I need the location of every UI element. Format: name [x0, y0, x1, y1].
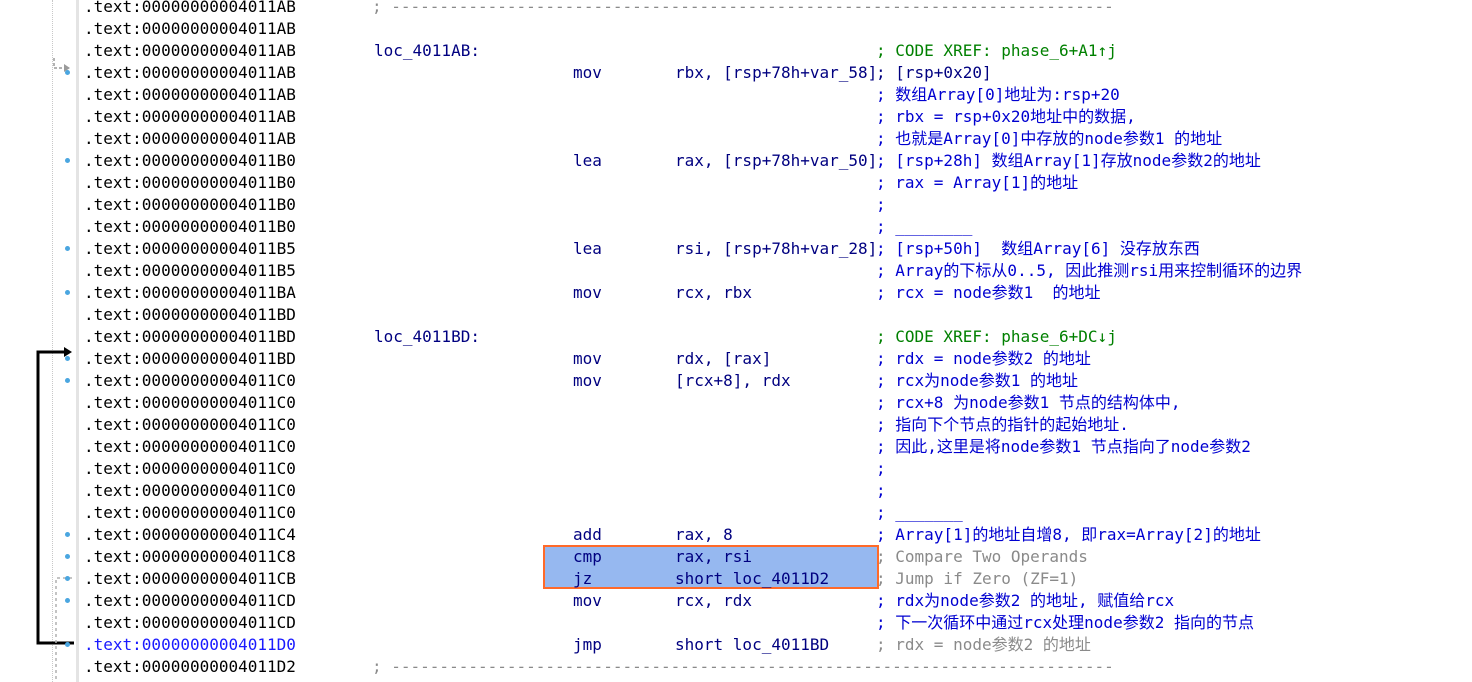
mnemonic: lea	[573, 239, 602, 258]
instruction-marker-dot	[65, 378, 70, 383]
separator-line: ; --------------------------------------…	[372, 0, 1114, 16]
address: .text:00000000004011C4	[84, 525, 296, 544]
operands[interactable]: rax, 8	[675, 524, 733, 546]
comment: ; rcx = node参数1 的地址	[876, 283, 1101, 302]
comment: ; rcx为node参数1 的地址	[876, 371, 1078, 390]
address: .text:00000000004011AB	[84, 107, 296, 126]
comment: ;	[876, 459, 886, 478]
instruction-marker-dot	[65, 158, 70, 163]
address: .text:00000000004011AB	[84, 85, 296, 104]
instruction-marker-dot	[65, 642, 70, 647]
address: .text:00000000004011C0	[84, 393, 296, 412]
address: .text:00000000004011B0	[84, 195, 296, 214]
comment: ; rcx+8 为node参数1 节点的结构体中,	[876, 393, 1181, 412]
mnemonic: mov	[573, 591, 602, 610]
address: .text:00000000004011B5	[84, 239, 296, 258]
comment: ; ________	[876, 217, 973, 236]
code-label[interactable]: loc_4011AB:	[374, 40, 480, 62]
comment: ; rdx为node参数2 的地址, 赋值给rcx	[876, 591, 1175, 610]
comment: ; Array[1]的地址自增8, 即rax=Array[2]的地址	[876, 525, 1261, 544]
operands[interactable]: rcx, rbx	[675, 282, 752, 304]
address: .text:00000000004011B0	[84, 217, 296, 236]
address: .text:00000000004011D2	[84, 657, 296, 676]
address: .text:00000000004011D0	[84, 635, 296, 654]
address: .text:00000000004011AB	[84, 0, 296, 16]
address: .text:00000000004011BD	[84, 305, 296, 324]
address: .text:00000000004011CB	[84, 569, 296, 588]
mnemonic: add	[573, 525, 602, 544]
comment: ; 下一次循环中通过rcx处理node参数2 指向的节点	[876, 613, 1254, 632]
comment: ; 指向下个节点的指针的起始地址.	[876, 415, 1129, 434]
instruction-marker-dot	[65, 246, 70, 251]
instruction-marker-dot	[65, 532, 70, 537]
address: .text:00000000004011BA	[84, 283, 296, 302]
address: .text:00000000004011BD	[84, 349, 296, 368]
operands[interactable]: rax, rsi	[675, 546, 752, 568]
address: .text:00000000004011AB	[84, 41, 296, 60]
instruction-marker-dot	[65, 576, 70, 581]
mnemonic: cmp	[573, 547, 602, 566]
instruction-marker-dot	[65, 598, 70, 603]
address: .text:00000000004011C0	[84, 459, 296, 478]
comment: ; 因此,这里是将node参数1 节点指向了node参数2	[876, 437, 1251, 456]
separator-line: ; --------------------------------------…	[372, 657, 1114, 676]
jz-stub-arrow	[55, 577, 72, 682]
mnemonic: mov	[573, 283, 602, 302]
comment: ; rdx = node参数2 的地址	[876, 635, 1091, 654]
instruction-marker-dot	[65, 554, 70, 559]
address: .text:00000000004011B0	[84, 173, 296, 192]
instruction-marker-dot	[65, 290, 70, 295]
comment: ; [rsp+28h] 数组Array[1]存放node参数2的地址	[876, 151, 1261, 170]
address: .text:00000000004011BD	[84, 327, 296, 346]
comment: ;	[876, 195, 886, 214]
operands[interactable]: rbx, [rsp+78h+var_58]	[675, 62, 877, 84]
operands[interactable]: [rcx+8], rdx	[675, 370, 791, 392]
address: .text:00000000004011CD	[84, 591, 296, 610]
comment: ; rdx = node参数2 的地址	[876, 349, 1091, 368]
comment: ; _______	[876, 503, 963, 522]
comment: ; [rsp+50h] 数组Array[6] 没存放东西	[876, 239, 1200, 258]
instruction-marker-dot	[65, 356, 70, 361]
comment: ; rbx = rsp+0x20地址中的数据,	[876, 107, 1136, 126]
mnemonic: jmp	[573, 635, 602, 654]
address: .text:00000000004011AB	[84, 129, 296, 148]
operands[interactable]: short loc_4011BD	[675, 634, 829, 656]
comment: ; Compare Two Operands	[876, 547, 1088, 566]
operands[interactable]: rsi, [rsp+78h+var_28]	[675, 238, 877, 260]
address: .text:00000000004011C8	[84, 547, 296, 566]
address: .text:00000000004011C0	[84, 437, 296, 456]
comment: ; 数组Array[0]地址为:rsp+20	[876, 85, 1120, 104]
operands[interactable]: short loc_4011D2	[675, 568, 829, 590]
mnemonic: mov	[573, 371, 602, 390]
operands[interactable]: rdx, [rax]	[675, 348, 771, 370]
operands[interactable]: rcx, rdx	[675, 590, 752, 612]
comment: ;	[876, 481, 886, 500]
address: .text:00000000004011C0	[84, 415, 296, 434]
mnemonic: mov	[573, 63, 602, 82]
code-label[interactable]: loc_4011BD:	[374, 326, 480, 348]
mnemonic: lea	[573, 151, 602, 170]
address: .text:00000000004011B0	[84, 151, 296, 170]
comment: ; CODE XREF: phase_6+DC↓j	[876, 327, 1117, 346]
mnemonic: jz	[573, 569, 593, 588]
address: .text:00000000004011AB	[84, 63, 296, 82]
comment: ; Array的下标从0..5, 因此推测rsi用来控制循环的边界	[876, 261, 1303, 280]
address: .text:00000000004011C0	[84, 481, 296, 500]
address: .text:00000000004011B5	[84, 261, 296, 280]
instruction-marker-dot	[65, 70, 70, 75]
operands[interactable]: rax, [rsp+78h+var_50]	[675, 150, 877, 172]
comment: ; rax = Array[1]的地址	[876, 173, 1079, 192]
mnemonic: mov	[573, 349, 602, 368]
address: .text:00000000004011C0	[84, 503, 296, 522]
address: .text:00000000004011CD	[84, 613, 296, 632]
address: .text:00000000004011AB	[84, 19, 296, 38]
comment: ; [rsp+0x20]	[876, 63, 992, 82]
comment: ; 也就是Array[0]中存放的node参数1 的地址	[876, 129, 1223, 148]
address: .text:00000000004011C0	[84, 371, 296, 390]
comment: ; Jump if Zero (ZF=1)	[876, 569, 1079, 588]
flow-arrows	[36, 58, 74, 682]
comment: ; CODE XREF: phase_6+A1↑j	[876, 41, 1117, 60]
